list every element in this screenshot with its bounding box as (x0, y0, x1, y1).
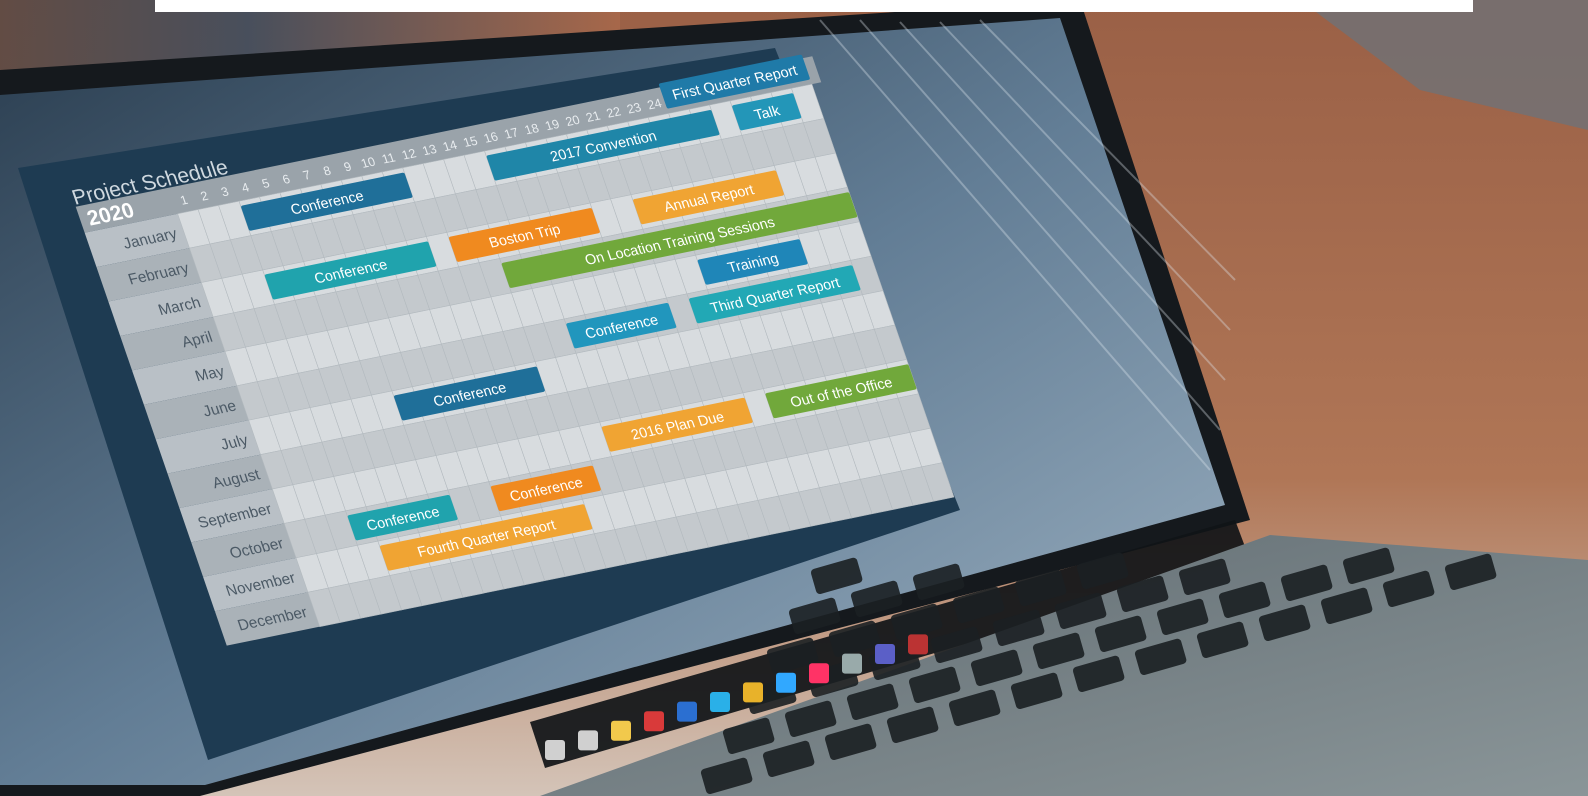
teams-icon[interactable] (875, 644, 895, 664)
outlook-icon[interactable] (677, 701, 697, 722)
top-white-strip (155, 0, 1473, 12)
laptop-photo: Project Schedule 2020 1 2 3 4 5 6 7 8 9 10 11 12 13 14… (0, 0, 1588, 796)
skype-icon[interactable] (710, 692, 730, 712)
app-icon[interactable] (842, 653, 862, 674)
mail-icon[interactable] (644, 711, 664, 732)
indesign-icon[interactable] (809, 663, 829, 684)
search-icon[interactable] (545, 740, 565, 760)
task-view-icon[interactable] (578, 730, 598, 751)
file-explorer-icon[interactable] (611, 720, 631, 741)
store-icon[interactable] (908, 634, 928, 655)
photoshop-icon[interactable] (776, 672, 796, 693)
chrome-icon[interactable] (743, 682, 763, 703)
